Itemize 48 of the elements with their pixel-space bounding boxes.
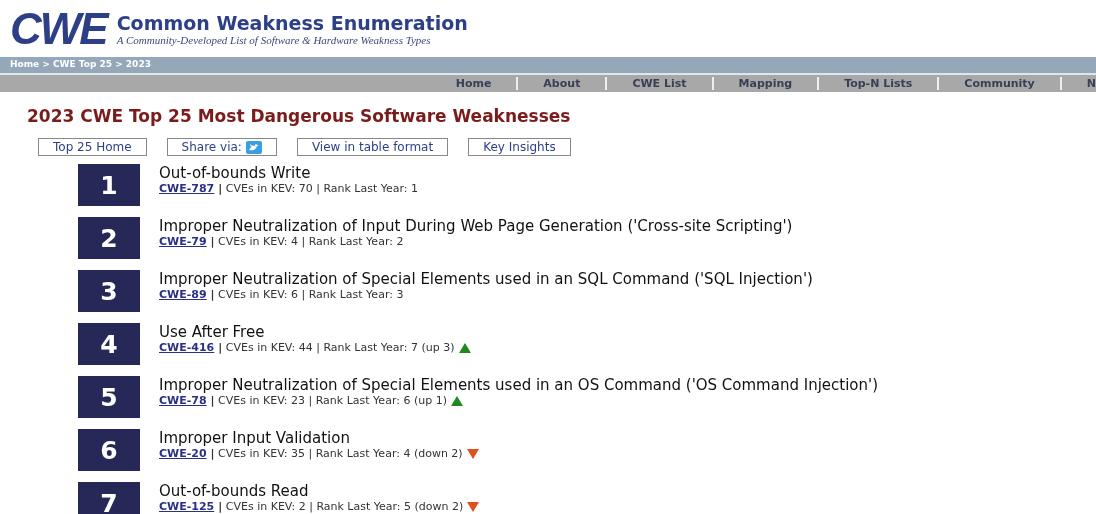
weakness-stats: | CVEs in KEV: 4 | Rank Last Year: 2	[210, 235, 404, 248]
nav-link[interactable]: CWE List	[605, 77, 712, 90]
nav-link[interactable]: Mapping	[711, 77, 818, 90]
nav-link[interactable]: About	[516, 77, 606, 90]
nav-link[interactable]: N	[1059, 77, 1096, 90]
link-button[interactable]: Top 25 Home	[38, 138, 147, 156]
up-triangle-icon	[458, 342, 471, 353]
cwe-link[interactable]: CWE-78	[159, 394, 207, 407]
rank-number: 7	[78, 482, 140, 514]
cwe-link[interactable]: CWE-89	[159, 288, 207, 301]
nav-link[interactable]: Home	[430, 77, 517, 90]
weakness-title: Improper Neutralization of Input During Web Page Generation ('Cross-site Scripting')	[159, 217, 793, 235]
down-triangle-icon	[467, 501, 480, 512]
weakness-stats: | CVEs in KEV: 70 | Rank Last Year: 1	[218, 182, 419, 195]
cwe-link[interactable]: CWE-787	[159, 182, 215, 195]
cwe-link[interactable]: CWE-20	[159, 447, 207, 460]
site-subtitle: A Community-Developed List of Software & Hardware Weakness Types	[116, 34, 432, 46]
down-triangle-icon	[466, 448, 479, 459]
rank-number: 3	[78, 270, 140, 312]
weakness-title: Out-of-bounds Read	[159, 482, 310, 500]
weakness-title: Out-of-bounds Write	[159, 164, 312, 182]
weakness-stats: | CVEs in KEV: 2 | Rank Last Year: 5 (down 2)	[218, 500, 464, 513]
rank-number: 4	[78, 323, 140, 365]
rank-number: 5	[78, 376, 140, 418]
page-title: 2023 CWE Top 25 Most Dangerous Software Weaknesses	[27, 106, 572, 126]
weakness-stats: | CVEs in KEV: 6 | Rank Last Year: 3	[210, 288, 404, 301]
logo[interactable]: CWE	[10, 7, 107, 51]
weakness-title: Use After Free	[159, 323, 266, 341]
share-button[interactable]: Share via:	[166, 138, 277, 156]
cwe-link[interactable]: CWE-125	[159, 500, 215, 513]
weakness-stats: | CVEs in KEV: 35 | Rank Last Year: 4 (down 2)	[210, 447, 463, 460]
up-triangle-icon	[450, 395, 463, 406]
nav-link[interactable]: Community	[937, 77, 1060, 90]
rank-number: 2	[78, 217, 140, 259]
weakness-stats: | CVEs in KEV: 23 | Rank Last Year: 6 (up 1)	[210, 394, 447, 407]
site-title: Common Weakness Enumeration	[116, 12, 468, 34]
bird-icon	[245, 140, 262, 154]
cwe-link[interactable]: CWE-416	[159, 341, 215, 354]
link-button[interactable]: Key Insights	[468, 138, 571, 156]
rank-number: 6	[78, 429, 140, 471]
rank-number: 1	[78, 164, 140, 206]
weakness-title: Improper Neutralization of Special Elements used in an SQL Command ('SQL Injection')	[159, 270, 813, 288]
cwe-link[interactable]: CWE-79	[159, 235, 207, 248]
weakness-stats: | CVEs in KEV: 44 | Rank Last Year: 7 (up 3)	[218, 341, 455, 354]
link-button[interactable]: View in table format	[296, 138, 449, 156]
weakness-title: Improper Neutralization of Special Elements used in an OS Command ('OS Command Injection')	[159, 376, 878, 394]
weakness-title: Improper Input Validation	[159, 429, 351, 447]
nav-link[interactable]: Top-N Lists	[817, 77, 938, 90]
